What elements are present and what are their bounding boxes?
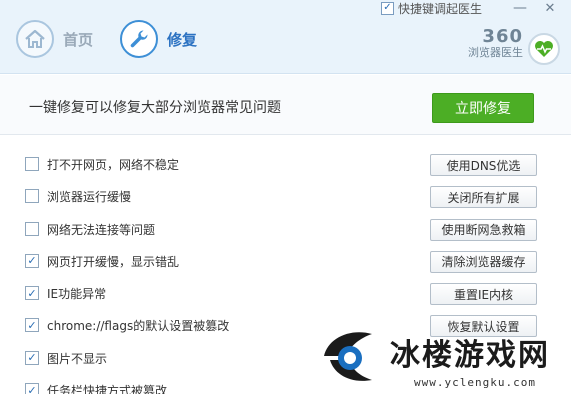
issue-label: 网页打开缓慢，显示错乱 [47,254,180,269]
issue-checkbox[interactable]: ✓ [25,350,39,365]
wrench-icon [120,20,158,58]
home-icon [16,20,54,58]
nav-repair-label: 修复 [167,30,198,49]
issue-row: ✓ IE功能异常 重置IE内核 [0,277,571,309]
issue-label: 浏览器运行缓慢 [47,190,132,205]
watermark-url: www.yclengku.com [414,376,536,389]
issue-checkbox[interactable]: ✓ [25,318,39,333]
watermark-logo-icon [320,326,378,388]
watermark-title: 冰楼游戏网 [390,338,550,373]
brand: 360 浏览器医生 [459,28,523,60]
issue-label: chrome://flags的默认设置被篡改 [47,319,230,334]
header: ✓ 快捷键调起医生 — ✕ 首页 修复 360 浏览器医生 [0,0,571,74]
one-click-fix-bar: 一键修复可以修复大部分浏览器常见问题 立即修复 [0,75,571,135]
issue-row: 浏览器运行缓慢 关闭所有扩展 [0,180,571,212]
issue-action-button[interactable]: 清除浏览器缓存 [430,250,537,273]
shortcut-label: 快捷键调起医生 [398,1,483,16]
issue-action-button[interactable]: 使用断网急救箱 [430,218,537,241]
issue-label: 任务栏快捷方式被篡改 [47,384,168,394]
nav-repair[interactable]: 修复 [120,20,197,58]
issue-checkbox[interactable] [25,157,39,171]
issue-checkbox[interactable] [25,221,39,236]
issue-action-button[interactable]: 使用DNS优选 [430,154,537,176]
nav-home[interactable]: 首页 [16,20,93,58]
issue-row: 网络无法连接等问题 使用断网急救箱 [0,213,571,245]
heart-pulse-icon [528,33,560,65]
issue-label: 图片不显示 [47,351,108,366]
issue-action-button[interactable]: 重置IE内核 [430,283,537,306]
issue-action-button[interactable]: 关闭所有扩展 [430,186,537,209]
issue-label: 网络无法连接等问题 [47,222,156,237]
minimize-button[interactable]: — [505,0,535,16]
issue-checkbox[interactable]: ✓ [25,383,39,394]
issue-checkbox[interactable] [25,189,39,204]
headline: 一键修复可以修复大部分浏览器常见问题 [29,100,281,116]
nav-home-label: 首页 [63,30,94,49]
issue-checkbox[interactable]: ✓ [25,286,39,301]
issue-label: IE功能异常 [47,287,107,302]
shortcut-toggle[interactable]: ✓ 快捷键调起医生 [381,0,482,16]
shortcut-checkbox[interactable]: ✓ [381,1,394,15]
issue-label: 打不开网页，网络不稳定 [47,158,180,172]
fix-now-button[interactable]: 立即修复 [432,93,534,123]
issue-checkbox[interactable]: ✓ [25,253,39,268]
close-button[interactable]: ✕ [535,0,565,16]
issue-row: ✓ 网页打开缓慢，显示错乱 清除浏览器缓存 [0,245,571,277]
watermark: 冰楼游戏网 www.yclengku.com [318,326,571,394]
issue-row: 打不开网页，网络不稳定 使用DNS优选 [0,148,571,180]
brand-name: 浏览器医生 [468,46,523,59]
brand-number: 360 [482,26,523,47]
